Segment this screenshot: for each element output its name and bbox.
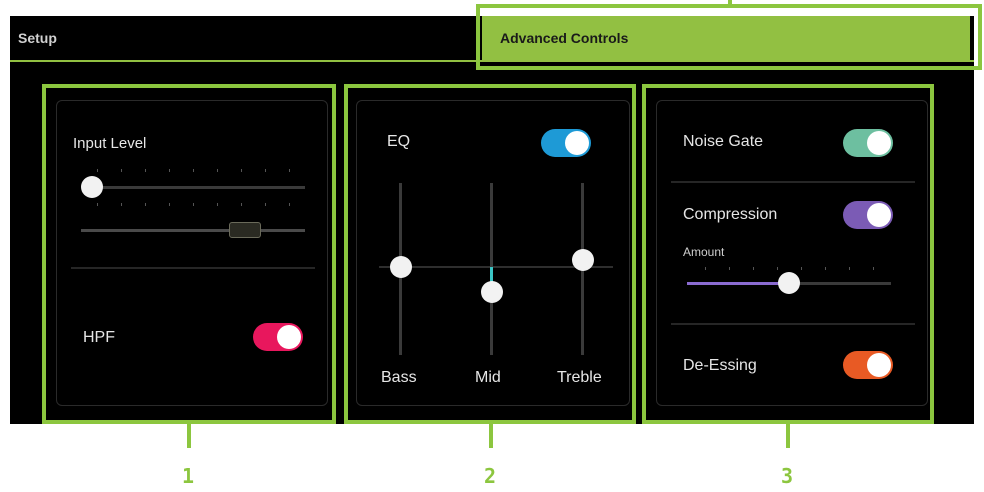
- callout-frame-2: [344, 84, 636, 424]
- callout-frame-advanced-tab: [476, 4, 982, 70]
- tab-setup[interactable]: Setup: [18, 30, 57, 46]
- callout-number-1: 1: [182, 464, 195, 488]
- callout-frame-1: [42, 84, 336, 424]
- callout-number-3: 3: [781, 464, 794, 488]
- callout-leader-3: [786, 424, 790, 448]
- callout-top-leader: [728, 0, 732, 6]
- callout-leader-1: [187, 424, 191, 448]
- callout-leader-2: [489, 424, 493, 448]
- callout-number-2: 2: [484, 464, 497, 488]
- callout-frame-3: [642, 84, 934, 424]
